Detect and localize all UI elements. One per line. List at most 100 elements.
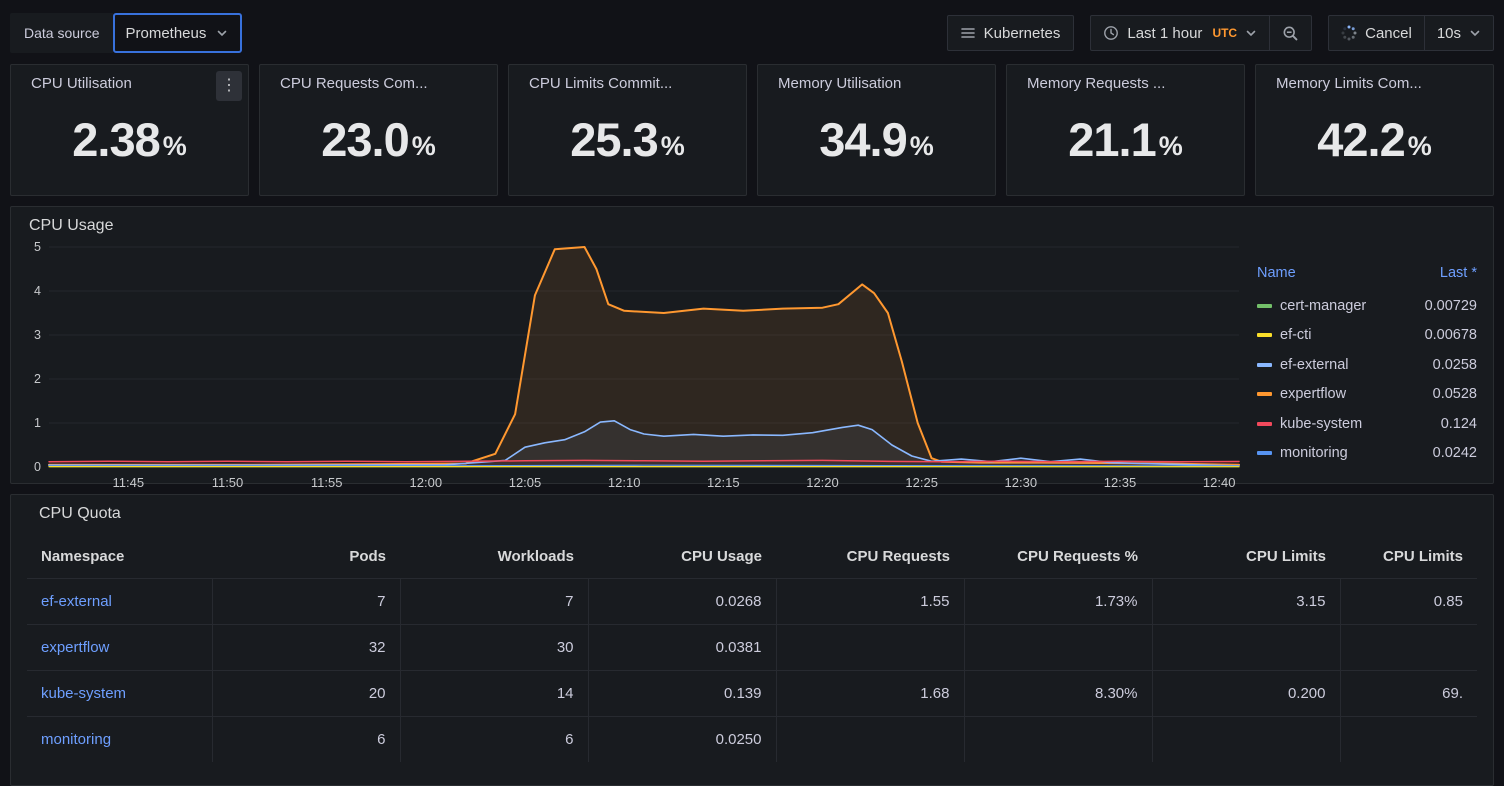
svg-text:12:20: 12:20 xyxy=(806,475,839,490)
stat-panel-cpu-requests: CPU Requests Com... 23.0 % xyxy=(259,64,498,196)
time-range-label: Last 1 hour xyxy=(1127,25,1202,42)
refresh-interval-value: 10s xyxy=(1437,25,1461,42)
series-last-value: 0.00678 xyxy=(1425,327,1477,343)
stat-panel-title[interactable]: CPU Requests Com... xyxy=(270,73,487,92)
stat-unit: % xyxy=(661,131,685,162)
column-header[interactable]: CPU Usage xyxy=(588,535,776,579)
table-cell: 0.0381 xyxy=(588,625,776,671)
table-cell xyxy=(1340,717,1477,763)
svg-text:11:45: 11:45 xyxy=(113,475,145,490)
table-cell xyxy=(1152,717,1340,763)
refresh-interval-picker[interactable]: 10s xyxy=(1424,16,1493,50)
legend-name-header[interactable]: Name xyxy=(1257,265,1296,281)
svg-text:5: 5 xyxy=(34,240,41,254)
stat-panel-title[interactable]: CPU Utilisation xyxy=(21,73,238,92)
stat-unit: % xyxy=(1408,131,1432,162)
dashboard-toolbar: Data source Prometheus Kubernetes xyxy=(10,12,1494,54)
svg-text:12:00: 12:00 xyxy=(410,475,443,490)
datasource-picker[interactable]: Prometheus xyxy=(113,13,242,53)
table-cell: 69. xyxy=(1340,671,1477,717)
series-name[interactable]: monitoring xyxy=(1280,445,1348,461)
namespace-link[interactable]: kube-system xyxy=(41,685,126,702)
series-name[interactable]: kube-system xyxy=(1280,416,1362,432)
namespace-link[interactable]: expertflow xyxy=(41,639,109,656)
svg-text:12:40: 12:40 xyxy=(1203,475,1236,490)
stat-value: 34.9 % xyxy=(768,92,985,187)
stat-panel-title[interactable]: CPU Limits Commit... xyxy=(519,73,736,92)
table-cell: 14 xyxy=(400,671,588,717)
legend-item[interactable]: ef-external 0.0258 xyxy=(1257,350,1477,380)
cpu-usage-chart[interactable]: 01234511:4511:5011:5512:0012:0512:1012:1… xyxy=(17,235,1247,477)
table-cell xyxy=(776,625,964,671)
dashboard-list-icon xyxy=(961,26,975,40)
stat-panel-title[interactable]: Memory Utilisation xyxy=(768,73,985,92)
table-cell xyxy=(1340,625,1477,671)
namespace-link[interactable]: monitoring xyxy=(41,731,111,748)
table-row: expertflow32300.0381 xyxy=(27,625,1477,671)
series-name[interactable]: ef-cti xyxy=(1280,327,1311,343)
table-cell: 8.30% xyxy=(964,671,1152,717)
stat-unit: % xyxy=(1159,131,1183,162)
namespace-link[interactable]: ef-external xyxy=(41,593,112,610)
time-range-picker[interactable]: Last 1 hour UTC xyxy=(1091,16,1269,50)
series-last-value: 0.0528 xyxy=(1433,386,1477,402)
chart-legend: Name Last * cert-manager0.00729 ef-cti 0.0… xyxy=(1247,235,1487,477)
cpu-usage-panel: CPU Usage 01234511:4511:5011:5512:0012:0… xyxy=(10,206,1494,484)
legend-item[interactable]: cert-manager0.00729 xyxy=(1257,291,1477,321)
table-cell: 0.0268 xyxy=(588,579,776,625)
series-last-value: 0.0258 xyxy=(1433,357,1477,373)
refresh-controls: Cancel 10s xyxy=(1328,15,1494,51)
column-header[interactable]: CPU Limits xyxy=(1152,535,1340,579)
table-row: monitoring660.0250 xyxy=(27,717,1477,763)
series-name[interactable]: cert-manager xyxy=(1280,298,1366,314)
svg-text:12:10: 12:10 xyxy=(608,475,641,490)
time-series-chart-svg: 01234511:4511:5011:5512:0012:0512:1012:1… xyxy=(17,235,1247,495)
column-header[interactable]: Namespace xyxy=(27,535,212,579)
legend-item[interactable]: monitoring0.0242 xyxy=(1257,439,1477,469)
panel-title[interactable]: CPU Quota xyxy=(27,503,1477,523)
stat-panel-title[interactable]: Memory Limits Com... xyxy=(1266,73,1483,92)
cpu-quota-table-wrap: NamespacePodsWorkloadsCPU UsageCPU Reque… xyxy=(27,535,1477,762)
toolbar-right: Kubernetes Last 1 hour UTC xyxy=(947,15,1494,51)
legend-rows: cert-manager0.00729 ef-cti 0.00678 ef-exter… xyxy=(1257,291,1477,468)
stat-panel-cpu-limits: CPU Limits Commit... 25.3 % xyxy=(508,64,747,196)
legend-last-header[interactable]: Last * xyxy=(1440,265,1477,281)
legend-item[interactable]: expertflow 0.0528 xyxy=(1257,380,1477,410)
legend-item[interactable]: ef-cti 0.00678 xyxy=(1257,321,1477,351)
svg-text:11:50: 11:50 xyxy=(212,475,244,490)
stat-value: 25.3 % xyxy=(519,92,736,187)
time-controls: Last 1 hour UTC xyxy=(1090,15,1312,51)
svg-text:1: 1 xyxy=(34,416,41,430)
series-name[interactable]: ef-external xyxy=(1280,357,1349,373)
stat-panel-title[interactable]: Memory Requests ... xyxy=(1017,73,1234,92)
column-header[interactable]: CPU Requests xyxy=(776,535,964,579)
column-header[interactable]: Pods xyxy=(212,535,400,579)
panel-menu-button[interactable]: ⋮ xyxy=(216,71,242,101)
table-cell: 3.15 xyxy=(1152,579,1340,625)
column-header[interactable]: CPU Requests % xyxy=(964,535,1152,579)
svg-text:12:15: 12:15 xyxy=(707,475,740,490)
series-name[interactable]: expertflow xyxy=(1280,386,1346,402)
kubernetes-button[interactable]: Kubernetes xyxy=(947,15,1075,51)
table-row: kube-system20140.1391.688.30%0.20069. xyxy=(27,671,1477,717)
series-color-swatch xyxy=(1257,304,1272,308)
timezone-label: UTC xyxy=(1212,26,1237,40)
svg-text:12:30: 12:30 xyxy=(1005,475,1038,490)
series-color-swatch xyxy=(1257,451,1272,455)
column-header[interactable]: Workloads xyxy=(400,535,588,579)
table-cell xyxy=(776,717,964,763)
column-header[interactable]: CPU Limits xyxy=(1340,535,1477,579)
table-cell xyxy=(964,625,1152,671)
stat-number: 42.2 xyxy=(1317,116,1404,163)
table-cell: 0.200 xyxy=(1152,671,1340,717)
table-cell: 0.0250 xyxy=(588,717,776,763)
svg-text:11:55: 11:55 xyxy=(311,475,343,490)
svg-text:0: 0 xyxy=(34,460,41,474)
legend-item[interactable]: kube-system 0.124 xyxy=(1257,409,1477,439)
series-last-value: 0.124 xyxy=(1441,416,1477,432)
table-cell: 6 xyxy=(400,717,588,763)
zoom-out-button[interactable] xyxy=(1269,16,1311,50)
panel-title[interactable]: CPU Usage xyxy=(17,215,1487,235)
cancel-refresh-button[interactable]: Cancel xyxy=(1329,16,1424,50)
cpu-quota-panel: CPU Quota NamespacePodsWorkloadsCPU Usag… xyxy=(10,494,1494,786)
